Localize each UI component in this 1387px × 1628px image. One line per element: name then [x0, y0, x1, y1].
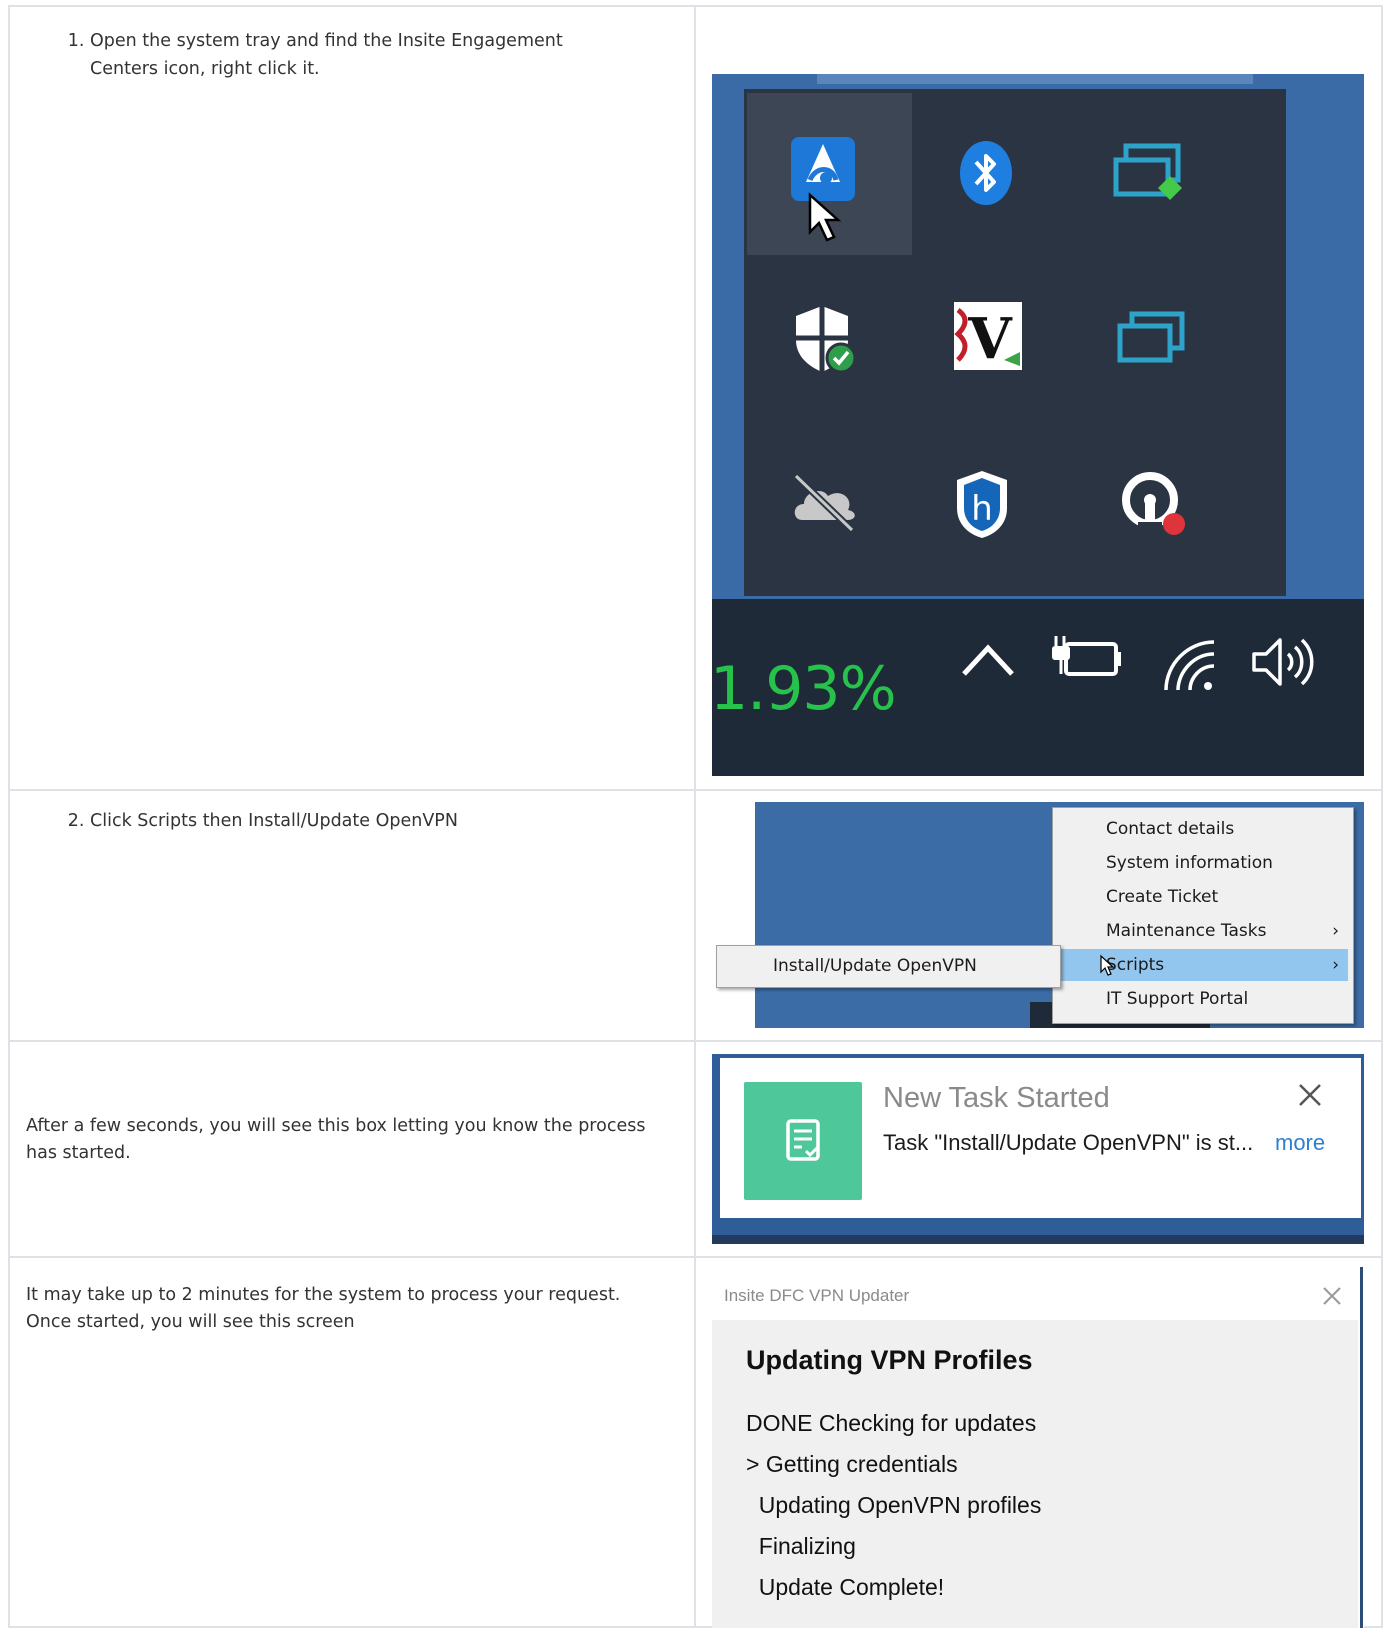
notification-image-cell: New Task Started Task "Install/Update Op…	[694, 1040, 1383, 1258]
step-row-3: After a few seconds, you will see this b…	[8, 1040, 1383, 1258]
system-tray-screenshot: V h 1.93%	[712, 74, 1364, 776]
scripts-submenu: Install/Update OpenVPN	[716, 945, 1061, 988]
chevron-right-icon: ›	[1332, 955, 1339, 975]
submenu-item-install-update-openvpn[interactable]: Install/Update OpenVPN	[773, 946, 977, 987]
updater-image-cell: Insite DFC VPN Updater Updating VPN Prof…	[694, 1256, 1383, 1628]
notification-more-link[interactable]: more	[1275, 1130, 1325, 1156]
step-1-list: Open the system tray and find the Insite…	[10, 27, 610, 83]
svg-text:h: h	[971, 489, 993, 529]
step-1-text-cell: Open the system tray and find the Insite…	[8, 5, 696, 791]
network-share-icon	[1113, 143, 1182, 200]
tray-context-menu: Contact details System information Creat…	[1052, 807, 1354, 1024]
task-view-icon	[1117, 311, 1185, 363]
v-app-icon: V	[954, 302, 1022, 372]
vpn-key-icon	[1122, 472, 1185, 535]
chevron-right-icon: ›	[1332, 921, 1339, 941]
status-line-finalizing: Finalizing	[746, 1533, 856, 1559]
status-line-complete: Update Complete!	[746, 1574, 945, 1600]
note-wait: It may take up to 2 minutes for the syst…	[26, 1285, 621, 1332]
step-row-1: Open the system tray and find the Insite…	[8, 5, 1383, 791]
window-title: Insite DFC VPN Updater	[724, 1286, 910, 1305]
updater-body: Updating VPN Profiles DONE Checking for …	[712, 1320, 1358, 1628]
step-row-2: Click Scripts then Install/Update OpenVP…	[8, 789, 1383, 1042]
cpu-percentage: 1.93%	[712, 654, 897, 724]
note-started-cell: After a few seconds, you will see this b…	[8, 1040, 696, 1258]
notification-title: New Task Started	[883, 1082, 1110, 1114]
tray-top-band	[817, 74, 1253, 84]
step-2-image-cell: Contact details System information Creat…	[694, 789, 1383, 1042]
wifi-icon[interactable]	[1158, 634, 1220, 694]
menu-item-contact-details[interactable]: Contact details	[1053, 813, 1353, 845]
menu-item-create-ticket[interactable]: Create Ticket	[1053, 881, 1353, 913]
speaker-icon[interactable]	[1248, 634, 1318, 690]
step-2-text-cell: Click Scripts then Install/Update OpenVP…	[8, 789, 696, 1042]
note-started: After a few seconds, you will see this b…	[26, 1116, 646, 1163]
menu-item-maintenance-tasks[interactable]: Maintenance Tasks ›	[1053, 915, 1353, 947]
step-1-text: Open the system tray and find the Insite…	[90, 27, 610, 83]
taskbar-strip	[712, 1235, 1364, 1244]
notification-card: New Task Started Task "Install/Update Op…	[720, 1058, 1361, 1218]
context-menu-screenshot: Contact details System information Creat…	[712, 802, 1364, 1028]
step-2-list: Click Scripts then Install/Update OpenVP…	[10, 807, 650, 835]
instructions-table: Open the system tray and find the Insite…	[8, 5, 1383, 1628]
defender-shield-icon	[796, 306, 857, 374]
step-2-text: Click Scripts then Install/Update OpenVP…	[90, 807, 650, 835]
notification-message: Task "Install/Update OpenVPN" is st...	[883, 1130, 1254, 1155]
status-line-checking: DONE Checking for updates	[746, 1410, 1037, 1436]
onedrive-off-icon	[793, 473, 855, 532]
menu-item-it-support-portal[interactable]: IT Support Portal	[1053, 983, 1353, 1015]
menu-item-system-information[interactable]: System information	[1053, 847, 1353, 879]
notification-tile	[744, 1082, 862, 1200]
step-row-4: It may take up to 2 minutes for the syst…	[8, 1256, 1383, 1628]
window-edge	[1360, 1267, 1363, 1628]
h-shield-icon: h	[957, 471, 1007, 538]
mouse-cursor-icon	[808, 192, 842, 242]
updater-heading: Updating VPN Profiles	[746, 1345, 1033, 1375]
status-line-credentials: > Getting credentials	[746, 1451, 958, 1477]
chevron-up-icon[interactable]	[960, 640, 1016, 680]
note-wait-cell: It may take up to 2 minutes for the syst…	[8, 1256, 696, 1628]
mouse-cursor-icon	[1100, 954, 1115, 976]
close-icon[interactable]	[1321, 1285, 1343, 1307]
vpn-updater-screenshot: Insite DFC VPN Updater Updating VPN Prof…	[712, 1267, 1364, 1628]
status-line-updating: Updating OpenVPN profiles	[746, 1492, 1042, 1518]
svg-text:V: V	[967, 306, 1013, 372]
task-document-icon	[786, 1119, 820, 1161]
bluetooth-icon	[960, 141, 1012, 205]
notification-screenshot: New Task Started Task "Install/Update Op…	[712, 1054, 1364, 1244]
close-icon[interactable]	[1297, 1082, 1323, 1108]
battery-plug-icon[interactable]	[1048, 632, 1124, 684]
step-1-image-cell: V h 1.93%	[694, 5, 1383, 791]
